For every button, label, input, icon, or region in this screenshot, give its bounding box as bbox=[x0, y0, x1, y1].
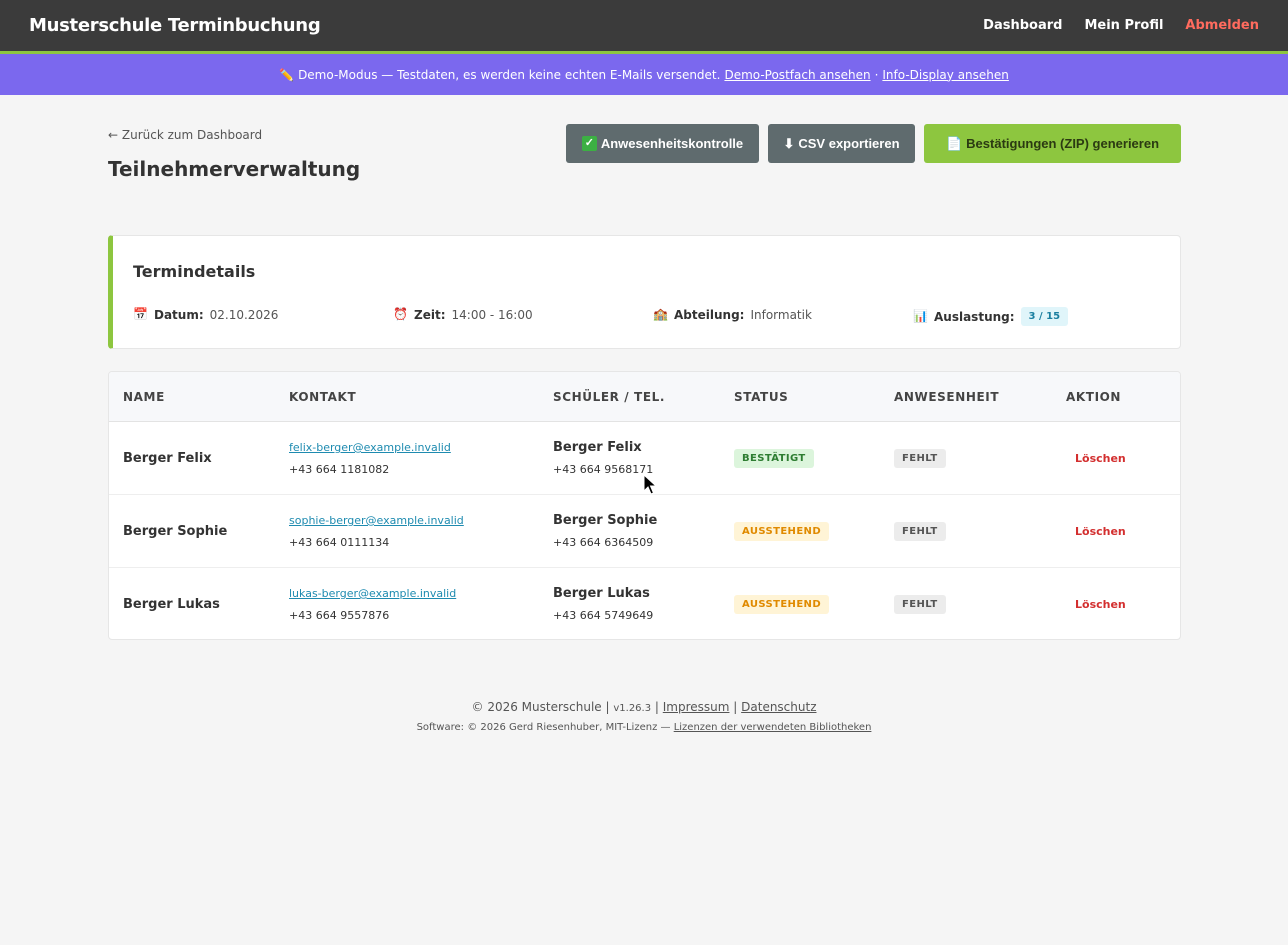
main-nav: Dashboard Mein Profil Abmelden bbox=[983, 18, 1259, 33]
check-icon: ✓ bbox=[581, 136, 597, 151]
detail-date: 📅 Datum: 02.10.2026 bbox=[133, 307, 278, 322]
table-row: Berger Lukas lukas-berger@example.invali… bbox=[109, 568, 1180, 639]
table-header: NAME KONTAKT SCHÜLER / TEL. STATUS ANWES… bbox=[109, 372, 1180, 422]
generate-zip-button[interactable]: 📄 Bestätigungen (ZIP) generieren bbox=[924, 124, 1181, 163]
demo-banner-text: Demo-Modus — Testdaten, es werden keine … bbox=[298, 67, 721, 82]
mouse-cursor-icon bbox=[643, 474, 658, 495]
parent-phone: +43 664 9557876 bbox=[289, 609, 390, 622]
document-icon: 📄 bbox=[945, 135, 963, 151]
csv-export-label: CSV exportieren bbox=[798, 136, 900, 151]
back-to-dashboard-link[interactable]: ← Zurück zum Dashboard bbox=[108, 128, 262, 142]
parent-name: Berger Felix bbox=[123, 451, 212, 466]
footer-line-1: © 2026 Musterschule | v1.26.3 | Impressu… bbox=[471, 700, 817, 714]
time-label: Zeit: bbox=[414, 307, 446, 322]
footer-version: v1.26.3 bbox=[613, 703, 652, 714]
footer-software: Software: © 2026 Gerd Riesenhuber, MIT-L… bbox=[416, 722, 671, 733]
school-building-icon: 🏫 bbox=[653, 307, 668, 321]
column-header-contact: KONTAKT bbox=[289, 390, 357, 404]
nav-logout[interactable]: Abmelden bbox=[1185, 18, 1259, 33]
student-phone: +43 664 6364509 bbox=[553, 536, 654, 549]
department-label: Abteilung: bbox=[674, 307, 745, 322]
parent-name: Berger Lukas bbox=[123, 597, 220, 612]
column-header-status: STATUS bbox=[734, 390, 789, 404]
page-title: Teilnehmerverwaltung bbox=[108, 157, 361, 181]
demo-banner-separator: · bbox=[874, 67, 879, 82]
pencil-icon: ✏️ bbox=[279, 67, 295, 82]
attendance-control-label: Anwesenheitskontrolle bbox=[600, 136, 744, 151]
delete-button[interactable]: Löschen bbox=[1075, 525, 1126, 538]
appointment-details-card: Termindetails 📅 Datum: 02.10.2026 ⏰ Zeit… bbox=[108, 235, 1181, 349]
alarm-clock-icon: ⏰ bbox=[393, 307, 408, 321]
student-name: Berger Felix bbox=[553, 440, 642, 455]
student-name: Berger Lukas bbox=[553, 586, 650, 601]
date-label: Datum: bbox=[154, 307, 204, 322]
student-phone: +43 664 9568171 bbox=[553, 463, 654, 476]
column-header-action: AKTION bbox=[1066, 390, 1122, 404]
calendar-icon: 📅 bbox=[133, 307, 148, 321]
nav-dashboard[interactable]: Dashboard bbox=[983, 18, 1062, 33]
footer-line-2: Software: © 2026 Gerd Riesenhuber, MIT-L… bbox=[0, 722, 1288, 733]
delete-button[interactable]: Löschen bbox=[1075, 452, 1126, 465]
footer: © 2026 Musterschule | v1.26.3 | Impressu… bbox=[0, 700, 1288, 733]
parent-email-link[interactable]: felix-berger@example.invalid bbox=[289, 441, 451, 454]
detail-time: ⏰ Zeit: 14:00 - 16:00 bbox=[393, 307, 533, 322]
parent-email-link[interactable]: lukas-berger@example.invalid bbox=[289, 587, 456, 600]
download-arrow-icon: ⬇ bbox=[783, 135, 795, 151]
delete-button[interactable]: Löschen bbox=[1075, 598, 1126, 611]
demo-banner: ✏️ Demo-Modus — Testdaten, es werden kei… bbox=[0, 54, 1288, 95]
attendance-control-button[interactable]: ✓ Anwesenheitskontrolle bbox=[566, 124, 759, 163]
detail-capacity: 📊 Auslastung: 3 / 15 bbox=[913, 307, 1069, 326]
attendance-badge: FEHLT bbox=[894, 595, 946, 614]
table-row: Berger Sophie sophie-berger@example.inva… bbox=[109, 495, 1180, 568]
info-display-link[interactable]: Info-Display ansehen bbox=[882, 68, 1009, 82]
nav-profile[interactable]: Mein Profil bbox=[1084, 18, 1163, 33]
capacity-badge: 3 / 15 bbox=[1020, 307, 1069, 326]
student-name: Berger Sophie bbox=[553, 513, 658, 528]
time-value: 14:00 - 16:00 bbox=[451, 307, 533, 322]
column-header-name: NAME bbox=[123, 390, 165, 404]
impressum-link[interactable]: Impressum bbox=[663, 700, 730, 714]
top-navbar: Musterschule Terminbuchung Dashboard Mei… bbox=[0, 0, 1288, 54]
datenschutz-link[interactable]: Datenschutz bbox=[741, 700, 816, 714]
bar-chart-icon: 📊 bbox=[913, 309, 928, 323]
brand-title[interactable]: Musterschule Terminbuchung bbox=[29, 15, 321, 36]
parent-email-link[interactable]: sophie-berger@example.invalid bbox=[289, 514, 464, 527]
participants-table: NAME KONTAKT SCHÜLER / TEL. STATUS ANWES… bbox=[108, 371, 1181, 640]
date-value: 02.10.2026 bbox=[209, 307, 279, 322]
footer-copyright: © 2026 Musterschule bbox=[471, 700, 602, 714]
detail-department: 🏫 Abteilung: Informatik bbox=[653, 307, 812, 322]
status-badge: AUSSTEHEND bbox=[734, 595, 830, 614]
status-badge: BESTÄTIGT bbox=[734, 449, 814, 468]
licenses-link[interactable]: Lizenzen der verwendeten Bibliotheken bbox=[674, 722, 872, 733]
attendance-badge: FEHLT bbox=[894, 522, 946, 541]
parent-phone: +43 664 0111134 bbox=[289, 536, 390, 549]
column-header-student: SCHÜLER / TEL. bbox=[553, 390, 666, 404]
student-phone: +43 664 5749649 bbox=[553, 609, 654, 622]
parent-name: Berger Sophie bbox=[123, 524, 228, 539]
column-header-attendance: ANWESENHEIT bbox=[894, 390, 1000, 404]
csv-export-button[interactable]: ⬇ CSV exportieren bbox=[768, 124, 915, 163]
status-badge: AUSSTEHEND bbox=[734, 522, 830, 541]
demo-mailbox-link[interactable]: Demo-Postfach ansehen bbox=[724, 68, 870, 82]
parent-phone: +43 664 1181082 bbox=[289, 463, 390, 476]
attendance-badge: FEHLT bbox=[894, 449, 946, 468]
department-value: Informatik bbox=[750, 307, 812, 322]
capacity-label: Auslastung: bbox=[934, 309, 1015, 324]
details-title: Termindetails bbox=[133, 262, 256, 281]
generate-zip-label: Bestätigungen (ZIP) generieren bbox=[966, 136, 1160, 151]
